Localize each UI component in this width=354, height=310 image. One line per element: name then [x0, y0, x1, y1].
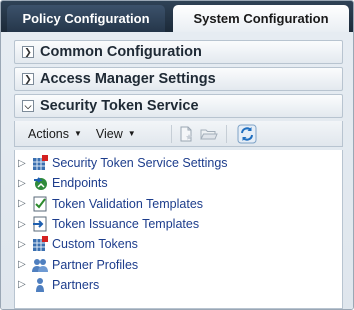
- refresh-icon[interactable]: [237, 124, 257, 144]
- tree-item-partner-profiles[interactable]: ▷ Partner Profiles: [18, 254, 338, 274]
- endpoints-icon: [32, 175, 48, 191]
- expand-triangle-icon[interactable]: ▷: [18, 259, 28, 270]
- open-folder-icon[interactable]: [199, 126, 218, 142]
- actions-menu-label: Actions: [28, 126, 69, 141]
- tree-item-custom-tokens[interactable]: ▷ Custom Tokens: [18, 234, 338, 254]
- expand-triangle-icon[interactable]: ▷: [18, 198, 28, 209]
- view-menu-label: View: [95, 126, 123, 141]
- tree-item-label: Token Issuance Templates: [52, 217, 200, 232]
- issuance-template-icon: [32, 216, 48, 232]
- tree-item-label: Token Validation Templates: [52, 196, 204, 211]
- navigation-panel: ❯ Common Configuration ❯ Access Manager …: [1, 32, 353, 309]
- tree-item-endpoints[interactable]: ▷ Endpoints: [18, 173, 338, 193]
- expand-triangle-icon[interactable]: ▷: [18, 239, 28, 250]
- collapse-icon: ⌵: [22, 100, 34, 112]
- section-label: Security Token Service: [40, 98, 199, 114]
- actions-menu[interactable]: Actions ▼: [28, 127, 82, 141]
- tree-item-label: Partners: [52, 277, 100, 292]
- partners-icon: [32, 277, 48, 293]
- tree-item-partners[interactable]: ▷ Partners: [18, 275, 338, 295]
- tree-item-token-issuance-templates[interactable]: ▷ Token Issuance Templates: [18, 214, 338, 234]
- view-menu[interactable]: View ▼: [96, 127, 136, 141]
- tab-bar: Policy Configuration System Configuratio…: [1, 1, 353, 32]
- validation-template-icon: [32, 196, 48, 212]
- toolbar-separator: [225, 124, 227, 143]
- partner-profiles-icon: [32, 257, 48, 273]
- custom-tokens-icon: [32, 236, 48, 252]
- tab-system-configuration[interactable]: System Configuration: [173, 5, 349, 32]
- expand-icon: ❯: [22, 46, 34, 58]
- tree-item-token-validation-templates[interactable]: ▷ Token Validation Templates: [18, 194, 338, 214]
- new-item-icon[interactable]: [178, 126, 194, 142]
- sts-toolbar: Actions ▼ View ▼: [14, 121, 343, 147]
- tab-policy-configuration[interactable]: Policy Configuration: [7, 5, 165, 32]
- sts-tree: ▷ Security Token Service Settings ▷ Endp…: [18, 153, 338, 295]
- expand-triangle-icon[interactable]: ▷: [18, 178, 28, 189]
- tree-item-security-token-service-settings[interactable]: ▷ Security Token Service Settings: [18, 153, 338, 173]
- toolbar-separator: [170, 124, 172, 143]
- expand-triangle-icon[interactable]: ▷: [18, 279, 28, 290]
- section-common-configuration[interactable]: ❯ Common Configuration: [14, 40, 343, 64]
- tree-item-label: Custom Tokens: [52, 237, 138, 252]
- grid-settings-icon: [32, 155, 48, 171]
- section-access-manager-settings[interactable]: ❯ Access Manager Settings: [14, 67, 343, 91]
- section-security-token-service[interactable]: ⌵ Security Token Service: [14, 94, 343, 118]
- tree-item-label: Security Token Service Settings: [52, 156, 228, 171]
- expand-triangle-icon[interactable]: ▷: [18, 158, 28, 169]
- tree-item-label: Partner Profiles: [52, 257, 139, 272]
- caret-down-icon: ▼: [127, 129, 136, 138]
- tree-item-label: Endpoints: [52, 176, 108, 191]
- system-configuration-window: Policy Configuration System Configuratio…: [0, 0, 354, 310]
- section-label: Common Configuration: [40, 44, 202, 60]
- caret-down-icon: ▼: [74, 129, 82, 138]
- expand-triangle-icon[interactable]: ▷: [18, 219, 28, 230]
- expand-icon: ❯: [22, 73, 34, 85]
- section-label: Access Manager Settings: [40, 71, 216, 87]
